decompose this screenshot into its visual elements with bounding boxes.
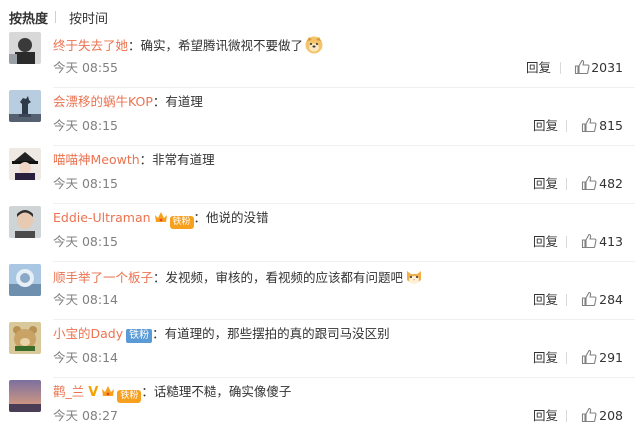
comment-text: ：有道理的，那些摆拍的真的跟司马没区别 (152, 326, 390, 341)
comment-text: ：非常有道理 (139, 152, 215, 167)
cat-emoji-icon (407, 271, 422, 284)
like-count: 482 (599, 176, 623, 191)
avatar[interactable] (9, 32, 41, 64)
avatar[interactable] (9, 90, 41, 122)
reply-button[interactable]: 回复 (526, 60, 551, 76)
action-divider (566, 294, 567, 306)
comment-time: 今天 08:15 (53, 176, 118, 191)
thumbs-up-icon[interactable] (581, 175, 597, 191)
avatar[interactable] (9, 322, 41, 354)
action-divider (566, 352, 567, 364)
fan-badge: 铁粉 (126, 329, 153, 343)
like-count: 208 (599, 408, 623, 423)
thumbs-up-icon[interactable] (581, 233, 597, 249)
action-divider (566, 178, 567, 190)
thumbs-up-icon[interactable] (581, 349, 597, 365)
username-link[interactable]: 顺手举了一个板子 (53, 270, 153, 285)
comment-time: 今天 08:14 (53, 350, 118, 365)
username-link[interactable]: 会漂移的蜗牛KOP (53, 94, 153, 109)
comment-time: 今天 08:55 (53, 60, 118, 75)
action-divider (566, 236, 567, 248)
comment-text: ：他说的没错 (193, 210, 269, 225)
action-divider (566, 410, 567, 422)
reply-button[interactable]: 回复 (533, 292, 558, 308)
comment-item: 鹳_兰 V 铁粉 ：话糙理不糙，确实像傻子 今天 08:27 回复 208 (0, 378, 635, 436)
username-link[interactable]: 小宝的Dady (53, 326, 123, 341)
comment-item: 喵喵神Meowth：非常有道理 今天 08:15 回复 482 (0, 146, 635, 204)
doge-emoji-icon (305, 36, 323, 54)
like-count: 2031 (591, 60, 623, 75)
avatar[interactable] (9, 380, 41, 412)
reply-button[interactable]: 回复 (533, 176, 558, 192)
reply-button[interactable]: 回复 (533, 234, 558, 250)
username-link[interactable]: 喵喵神Meowth (53, 152, 140, 167)
comment-text: ：确实，希望腾讯微视不要做了 (128, 38, 304, 53)
comment-time: 今天 08:27 (53, 408, 118, 423)
comment-item: 会漂移的蜗牛KOP：有道理 今天 08:15 回复 815 (0, 88, 635, 146)
comment-time: 今天 08:14 (53, 292, 118, 307)
like-count: 284 (599, 292, 623, 307)
thumbs-up-icon[interactable] (574, 59, 590, 75)
avatar[interactable] (9, 206, 41, 238)
comment-item: 终于失去了她：确实，希望腾讯微视不要做了 今天 08:55 回复 2031 (0, 30, 635, 88)
avatar[interactable] (9, 148, 41, 180)
comment-text: ：有道理 (152, 94, 203, 109)
verified-v-icon: V (88, 385, 99, 400)
comment-text: ：话糙理不糙，确实像傻子 (141, 384, 292, 399)
sort-bar: 按热度 按时间 (0, 0, 635, 32)
action-divider (566, 120, 567, 132)
thumbs-up-icon[interactable] (581, 117, 597, 133)
comment-time: 今天 08:15 (53, 118, 118, 133)
like-count: 815 (599, 118, 623, 133)
comment-text: ：发视频，审核的，看视频的应该都有问题吧 (153, 270, 404, 285)
fan-badge: 铁粉 (169, 216, 194, 229)
username-link[interactable]: 终于失去了她 (53, 38, 128, 53)
sort-by-hot-tab[interactable]: 按热度 (9, 8, 48, 27)
sort-by-time-tab[interactable]: 按时间 (69, 8, 108, 27)
fan-badge: 铁粉 (117, 390, 142, 403)
thumbs-up-icon[interactable] (581, 407, 597, 423)
crown-icon (102, 386, 115, 396)
reply-button[interactable]: 回复 (533, 350, 558, 366)
reply-button[interactable]: 回复 (533, 118, 558, 134)
username-link[interactable]: 鹳_兰 (53, 384, 84, 399)
crown-icon (154, 212, 167, 222)
comment-item: Eddie-Ultraman 铁粉 ：他说的没错 今天 08:15 回复 413 (0, 204, 635, 262)
avatar[interactable] (9, 264, 41, 296)
comment-item: 顺手举了一个板子：发视频，审核的，看视频的应该都有问题吧 今天 08:14 回复… (0, 262, 635, 320)
thumbs-up-icon[interactable] (581, 291, 597, 307)
reply-button[interactable]: 回复 (533, 408, 558, 424)
like-count: 413 (599, 234, 623, 249)
like-count: 291 (599, 350, 623, 365)
action-divider (560, 62, 561, 74)
comment-item: 小宝的Dady 铁粉 ：有道理的，那些摆拍的真的跟司马没区别 今天 08:14 回复… (0, 320, 635, 378)
comment-time: 今天 08:15 (53, 234, 118, 249)
sort-divider (55, 11, 56, 23)
username-link[interactable]: Eddie-Ultraman (53, 210, 151, 225)
